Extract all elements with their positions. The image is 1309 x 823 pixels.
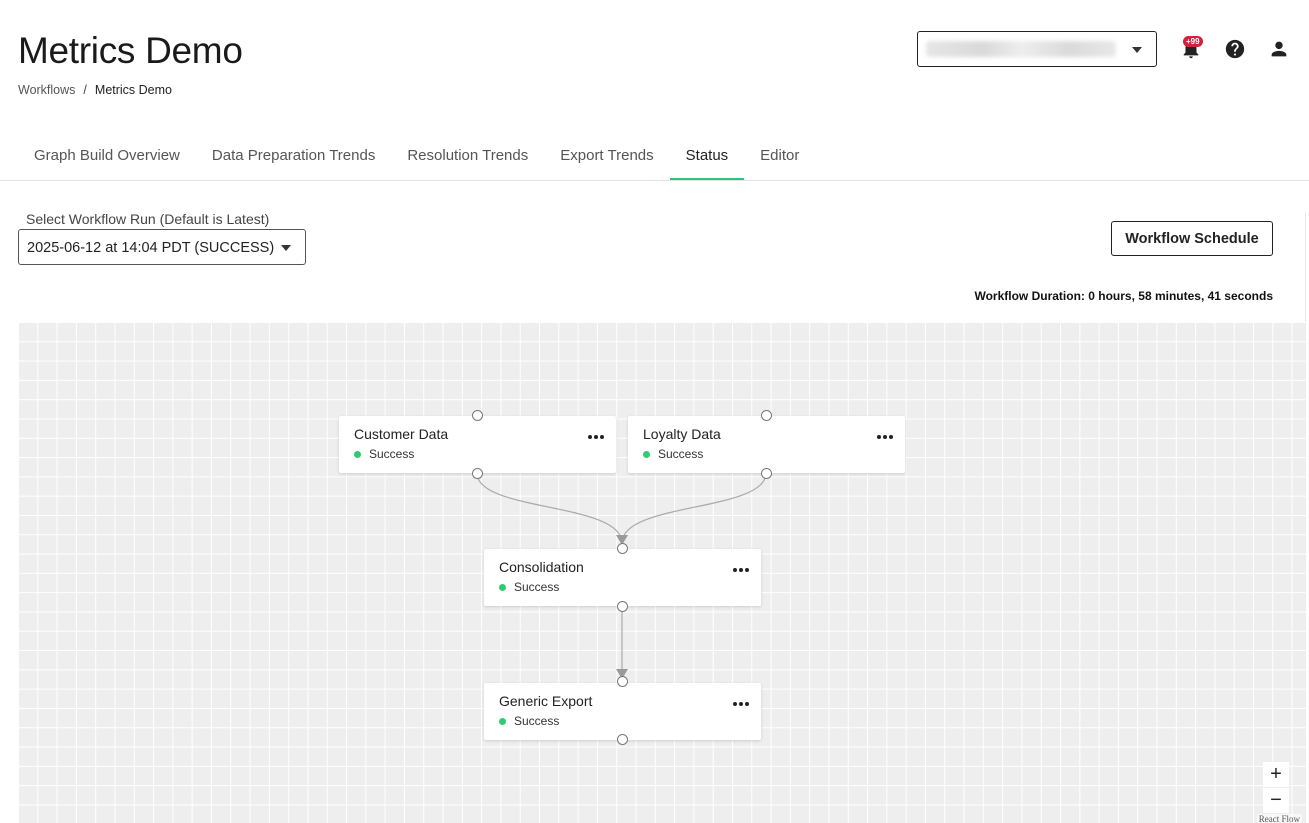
more-options-icon[interactable] <box>875 430 895 444</box>
edge-customer-to-consolidation <box>476 472 623 544</box>
node-input-handle[interactable] <box>617 676 628 687</box>
organization-select-value-redacted <box>926 41 1116 57</box>
panel-divider <box>1305 213 1306 323</box>
node-output-handle[interactable] <box>761 468 772 479</box>
breadcrumb-current: Metrics Demo <box>94 83 172 97</box>
react-flow-attribution[interactable]: React Flow <box>1256 814 1302 823</box>
more-options-icon[interactable] <box>586 430 606 444</box>
chevron-down-icon <box>281 245 291 251</box>
success-status-dot <box>499 584 506 591</box>
edge-loyalty-to-consolidation <box>621 472 767 544</box>
node-output-handle[interactable] <box>617 734 628 745</box>
workflow-schedule-button[interactable]: Workflow Schedule <box>1111 221 1273 256</box>
success-status-dot <box>499 718 506 725</box>
node-status: Success <box>369 447 415 461</box>
node-title: Consolidation <box>499 559 584 575</box>
zoom-in-button[interactable]: + <box>1263 762 1289 788</box>
breadcrumb-workflows-link[interactable]: Workflows <box>18 83 75 97</box>
node-title: Loyalty Data <box>643 426 721 442</box>
tabs-divider <box>0 180 1309 181</box>
success-status-dot <box>354 451 361 458</box>
organization-select[interactable] <box>917 31 1157 67</box>
breadcrumb-separator: / <box>83 83 87 97</box>
node-output-handle[interactable] <box>472 468 483 479</box>
tab-bar: Graph Build Overview Data Preparation Tr… <box>18 137 815 181</box>
tab-graph-build-overview[interactable]: Graph Build Overview <box>18 137 196 181</box>
help-icon[interactable] <box>1224 38 1246 60</box>
zoom-controls: + − <box>1263 762 1289 814</box>
workflow-duration: Workflow Duration: 0 hours, 58 minutes, … <box>974 289 1273 303</box>
node-generic-export[interactable]: Generic Export Success <box>484 683 761 740</box>
workflow-run-select-value: 2025-06-12 at 14:04 PDT (SUCCESS) <box>27 240 275 256</box>
node-input-handle[interactable] <box>761 410 772 421</box>
node-title: Customer Data <box>354 426 449 442</box>
zoom-out-button[interactable]: − <box>1263 788 1289 814</box>
tab-export-trends[interactable]: Export Trends <box>544 137 669 181</box>
node-input-handle[interactable] <box>472 410 483 421</box>
breadcrumb: Workflows / Metrics Demo <box>18 83 172 97</box>
node-input-handle[interactable] <box>617 543 628 554</box>
user-icon[interactable] <box>1268 38 1290 60</box>
page-title: Metrics Demo <box>18 30 243 71</box>
more-options-icon[interactable] <box>731 563 751 577</box>
node-title: Generic Export <box>499 693 593 709</box>
node-customer-data[interactable]: Customer Data Success <box>339 416 616 473</box>
workflow-graph-canvas[interactable]: Customer Data Success Loyalty Data Succe… <box>18 322 1306 823</box>
tab-data-preparation-trends[interactable]: Data Preparation Trends <box>196 137 391 181</box>
tab-status[interactable]: Status <box>669 137 745 181</box>
success-status-dot <box>643 451 650 458</box>
tab-editor[interactable]: Editor <box>744 137 815 181</box>
workflow-run-select[interactable]: 2025-06-12 at 14:04 PDT (SUCCESS) <box>18 229 306 265</box>
chevron-down-icon <box>1132 47 1142 53</box>
notification-count-badge: +99 <box>1183 36 1203 47</box>
node-status: Success <box>514 580 560 594</box>
node-consolidation[interactable]: Consolidation Success <box>484 549 761 606</box>
workflow-run-label: Select Workflow Run (Default is Latest) <box>26 211 270 227</box>
tab-resolution-trends[interactable]: Resolution Trends <box>391 137 544 181</box>
more-options-icon[interactable] <box>731 697 751 711</box>
node-loyalty-data[interactable]: Loyalty Data Success <box>628 416 905 473</box>
node-output-handle[interactable] <box>617 601 628 612</box>
node-status: Success <box>514 714 560 728</box>
node-status: Success <box>658 447 704 461</box>
